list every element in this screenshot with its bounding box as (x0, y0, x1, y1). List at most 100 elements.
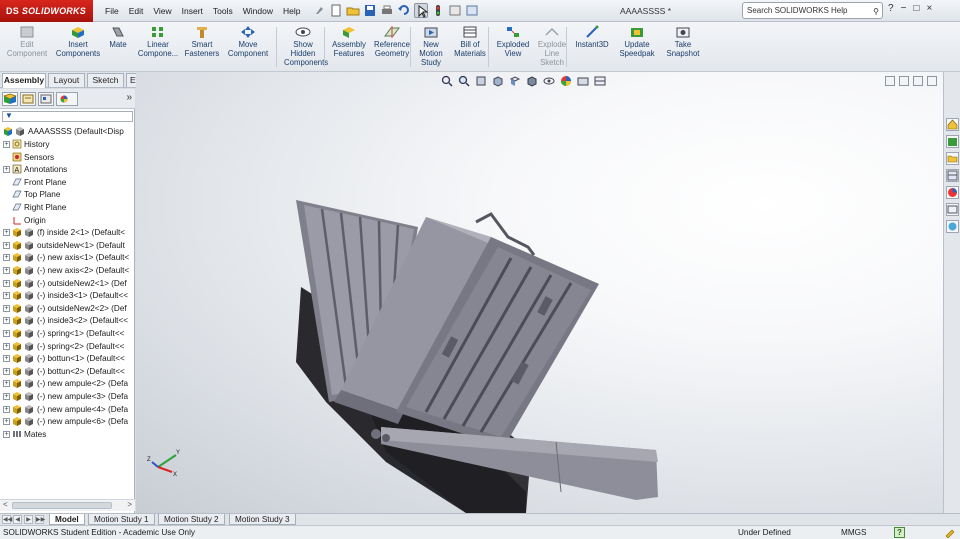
menu-insert[interactable]: Insert (177, 0, 208, 22)
new-document-icon[interactable] (329, 3, 343, 18)
edit-appearance-icon[interactable] (560, 75, 572, 87)
take-snapshot-button[interactable]: Take Snapshot (663, 25, 703, 58)
tree-item-part[interactable]: + (-) spring<1> (Default<< (0, 327, 135, 340)
hide-show-items-icon[interactable] (543, 75, 555, 87)
exploded-view-button[interactable]: Exploded View (494, 25, 532, 58)
expand-toggle-icon[interactable]: + (3, 241, 10, 249)
expand-toggle-icon[interactable]: + (3, 166, 10, 174)
tab-layout[interactable]: Layout (48, 73, 85, 87)
tab-motion-study-3[interactable]: Motion Study 3 (229, 514, 296, 525)
search-icon[interactable]: ⚲ (873, 4, 879, 19)
expand-toggle-icon[interactable]: + (3, 355, 10, 363)
view-orientation-icon[interactable] (509, 75, 521, 87)
expand-toggle-icon[interactable]: + (3, 380, 10, 388)
expand-toggle-icon[interactable]: + (3, 367, 10, 375)
help-search-input[interactable]: Search SOLIDWORKS Help ⚲ (742, 2, 883, 19)
open-folder-icon[interactable] (346, 3, 360, 18)
apply-scene-icon[interactable] (577, 75, 589, 87)
expand-toggle-icon[interactable]: + (3, 304, 10, 312)
view-settings-icon[interactable] (594, 75, 606, 87)
tree-item-part[interactable]: + (-) outsideNew2<2> (Def (0, 302, 135, 315)
property-manager-tab-icon[interactable] (20, 92, 36, 106)
tree-item-part[interactable]: + (-) new axis<1> (Default< (0, 251, 135, 264)
expand-toggle-icon[interactable]: + (3, 292, 10, 300)
file-explorer-icon[interactable] (946, 152, 959, 165)
menu-tools[interactable]: Tools (208, 0, 238, 22)
design-library-icon[interactable] (946, 135, 959, 148)
section-view-icon[interactable] (492, 75, 504, 87)
tab-last-icon[interactable]: ▶▶ (35, 515, 45, 524)
insert-components-button[interactable]: Insert Components (52, 25, 104, 58)
rebuild-status-icon[interactable] (944, 527, 956, 538)
menu-edit[interactable]: Edit (124, 0, 149, 22)
expand-toggle-icon[interactable]: + (3, 430, 10, 438)
expand-toggle-icon[interactable]: + (3, 141, 10, 148)
menu-file[interactable]: File (100, 0, 124, 22)
show-hidden-components-button[interactable]: Show Hidden Components (284, 25, 328, 67)
bill-of-materials-button[interactable]: Bill of Materials (452, 25, 488, 58)
save-icon[interactable] (363, 3, 377, 18)
tree-item-part[interactable]: + (-) new ampule<6> (Defa (0, 415, 135, 428)
tree-item-part[interactable]: + (-) new axis<2> (Default< (0, 264, 135, 277)
minimize-button[interactable]: − (901, 3, 907, 14)
graphics-area[interactable]: Z Y X (136, 72, 943, 513)
linear-compone-button[interactable]: Linear Compone... (136, 25, 180, 58)
expand-toggle-icon[interactable]: + (3, 330, 10, 337)
solidworks-logo[interactable]: DS SOLIDWORKS (0, 0, 93, 22)
viewport-close-icon[interactable] (927, 76, 937, 86)
forum-icon[interactable] (946, 220, 959, 233)
options-icon[interactable] (465, 3, 479, 18)
tree-root-item[interactable]: AAAASSSS (Default<Disp (0, 125, 135, 138)
tab-prev-icon[interactable]: ◀ (13, 515, 22, 524)
expand-toggle-icon[interactable]: + (3, 229, 10, 237)
scroll-left-icon[interactable]: < (3, 500, 8, 509)
expand-toggle-icon[interactable]: + (3, 267, 10, 274)
maximize-button[interactable]: □ (913, 3, 919, 14)
expand-toggle-icon[interactable]: + (3, 405, 10, 413)
tab-model[interactable]: Model (49, 514, 85, 525)
move-component-button[interactable]: Move Component (222, 25, 274, 58)
display-manager-tab-icon[interactable] (56, 92, 78, 106)
tree-item-plane[interactable]: Top Plane (0, 188, 135, 201)
configuration-manager-tab-icon[interactable] (38, 92, 54, 106)
viewport-minimize-icon[interactable] (885, 76, 895, 86)
appearances-icon[interactable] (946, 186, 959, 199)
custom-properties-icon[interactable] (946, 203, 959, 216)
expand-toggle-icon[interactable]: + (3, 254, 10, 262)
tree-item-plane[interactable]: Front Plane (0, 176, 135, 189)
view-palette-icon[interactable] (946, 169, 959, 182)
reference-geometry-button[interactable]: Reference Geometry (370, 25, 414, 58)
close-button[interactable]: × (926, 3, 932, 14)
expand-toggle-icon[interactable]: + (3, 342, 10, 350)
undo-icon[interactable] (397, 3, 411, 18)
tree-item-sensor[interactable]: Sensors (0, 151, 135, 164)
print-icon[interactable] (380, 3, 394, 18)
tab-first-icon[interactable]: ◀◀ (2, 515, 12, 524)
tree-item-part[interactable]: + (-) new ampule<3> (Defa (0, 390, 135, 403)
tree-item-part[interactable]: + (-) new ampule<4> (Defa (0, 403, 135, 416)
tree-item-part[interactable]: + (-) bottun<1> (Default<< (0, 352, 135, 365)
chevron-right-icon[interactable]: » (126, 92, 132, 103)
tree-item-mates[interactable]: + Mates (0, 428, 135, 441)
update-speedpak-button[interactable]: Update Speedpak (617, 25, 657, 58)
display-style-icon[interactable] (526, 75, 538, 87)
tree-item-origin[interactable]: Origin (0, 214, 135, 227)
instant3d-button[interactable]: Instant3D (572, 25, 612, 49)
zoom-to-fit-icon[interactable] (441, 75, 453, 87)
scrollbar-thumb[interactable] (12, 502, 112, 509)
help-icon[interactable]: ? (888, 3, 894, 14)
tab-motion-study-1[interactable]: Motion Study 1 (88, 514, 155, 525)
pin-icon[interactable] (312, 3, 326, 18)
expand-toggle-icon[interactable]: + (3, 317, 10, 325)
status-units[interactable]: MMGS (841, 526, 866, 539)
tree-item-history[interactable]: + History (0, 138, 135, 151)
expand-toggle-icon[interactable]: + (3, 393, 10, 400)
mate-button[interactable]: Mate (104, 25, 132, 49)
tree-item-part[interactable]: + (-) new ampule<2> (Defa (0, 377, 135, 390)
expand-toggle-icon[interactable]: + (3, 279, 10, 287)
tab-next-icon[interactable]: ▶ (24, 515, 33, 524)
scroll-right-icon[interactable]: > (127, 500, 132, 509)
tree-horizontal-scrollbar[interactable]: < > (0, 499, 135, 511)
tree-item-part[interactable]: + (-) spring<2> (Default<< (0, 340, 135, 353)
solidworks-resources-icon[interactable] (946, 118, 959, 131)
